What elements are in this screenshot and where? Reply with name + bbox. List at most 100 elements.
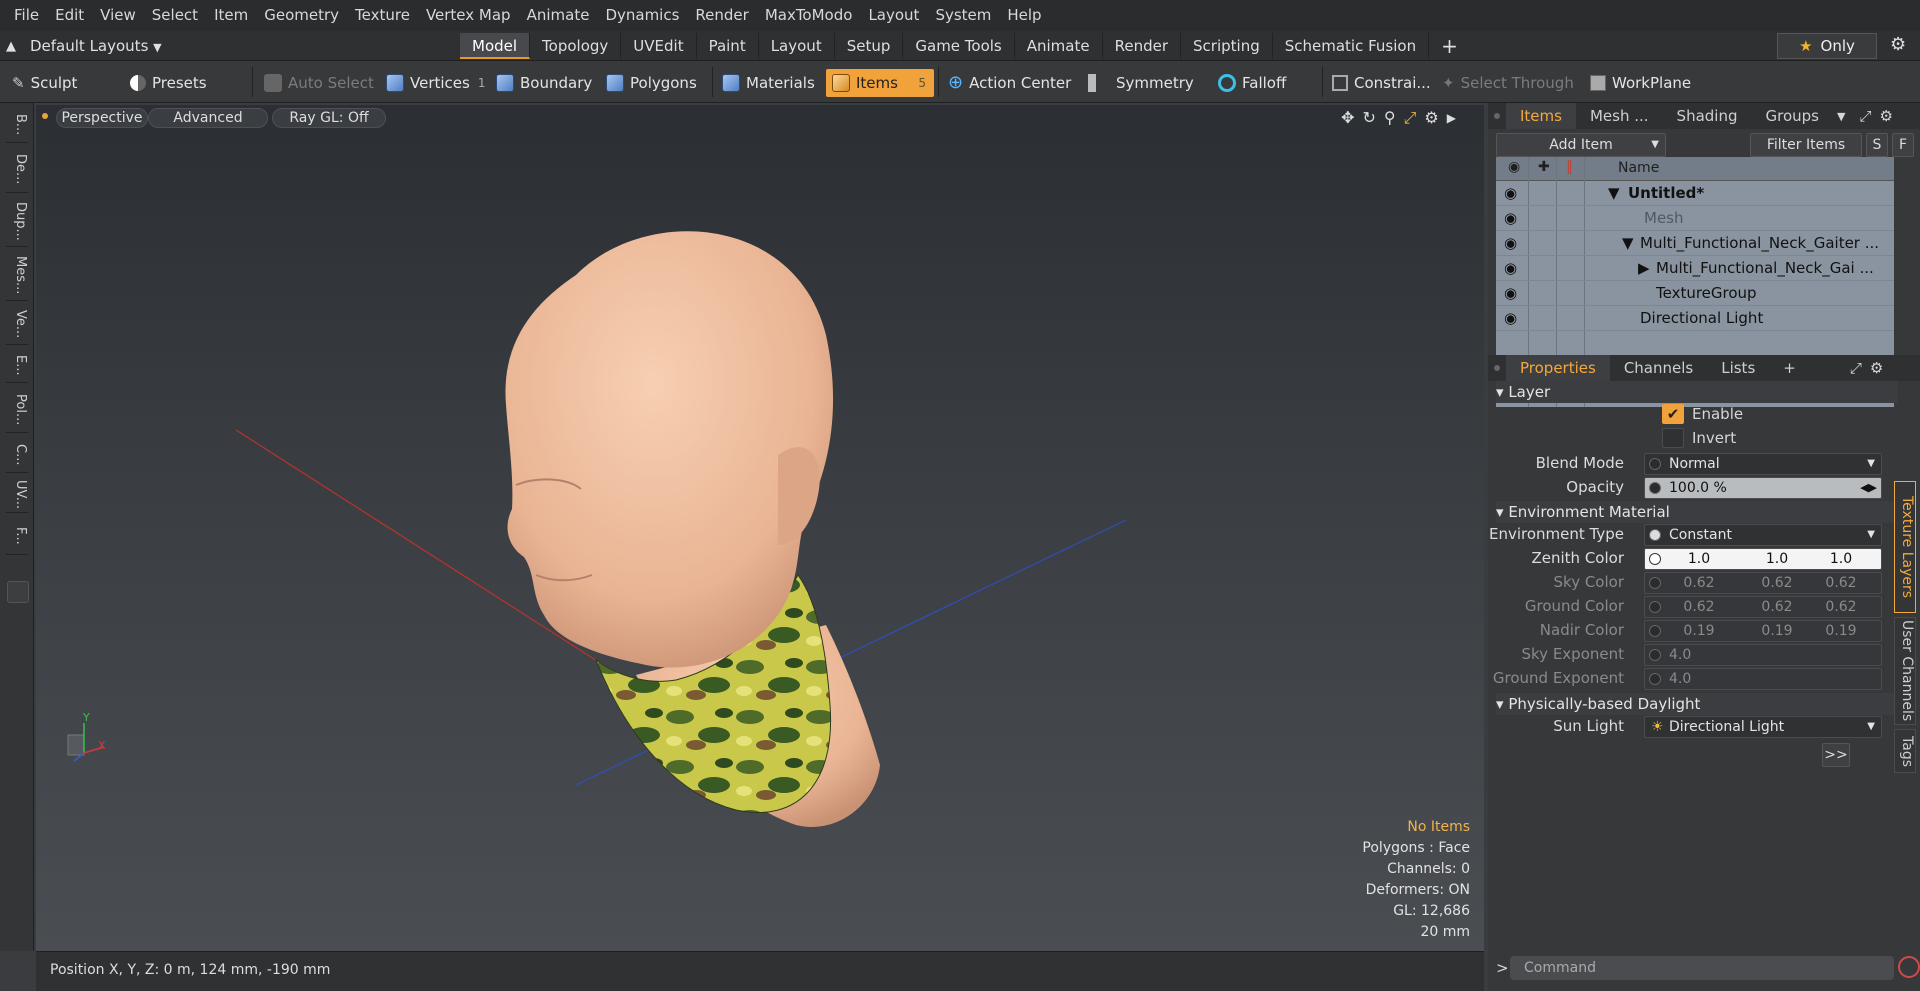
zenith-b[interactable]: 1.0 [1811,549,1871,569]
enable-checkbox[interactable]: ✔ [1662,404,1684,424]
menu-help[interactable]: Help [999,0,1049,31]
sky-r[interactable]: 0.62 [1669,573,1729,593]
sky-color-field[interactable]: 0.62 0.62 0.62 [1644,572,1882,594]
sky-exponent-field[interactable]: 4.0 [1644,644,1882,666]
left-tool-curve[interactable]: C... [6,437,28,473]
only-button[interactable]: ★ Only [1777,33,1877,59]
f-toggle[interactable]: F [1892,133,1914,157]
nadir-g[interactable]: 0.19 [1747,621,1807,641]
environment-section[interactable]: ▾ Environment Material [1496,501,1898,523]
collapsed-arrow-icon[interactable]: ▶ [1638,259,1650,277]
ground-r[interactable]: 0.62 [1669,597,1729,617]
ground-color-field[interactable]: 0.62 0.62 0.62 [1644,596,1882,618]
command-input[interactable]: Command [1510,956,1894,980]
menu-geometry[interactable]: Geometry [256,0,347,31]
invert-checkbox[interactable] [1662,428,1684,448]
left-tool-uv[interactable]: UV... [6,477,28,513]
menu-view[interactable]: View [92,0,144,31]
left-tool-mesh[interactable]: Mes... [6,251,28,301]
eye-icon[interactable]: ◉ [1504,259,1522,277]
presets-button[interactable]: Presets [124,69,215,97]
zenith-color-field[interactable]: 1.0 1.0 1.0 [1644,548,1882,570]
filter-items-button[interactable]: Filter Items [1750,133,1862,157]
ground-b[interactable]: 0.62 [1811,597,1871,617]
tab-lists[interactable]: Lists [1707,355,1769,381]
menu-file[interactable]: File [6,0,47,31]
layer-section[interactable]: ▾ Layer [1496,381,1898,403]
panel-gear-icon[interactable]: ⚙ [1879,107,1892,125]
opacity-field[interactable]: 100.0 % ◀▶ [1644,477,1882,499]
left-tool-edge[interactable]: E... [6,349,28,383]
tab-topology[interactable]: Topology [530,33,622,59]
tree-row-untitled[interactable]: ◉ ▼ Untitled* [1496,181,1894,206]
slider-icon[interactable]: ◀▶ [1860,478,1877,498]
menu-item[interactable]: Item [206,0,256,31]
menu-animate[interactable]: Animate [519,0,598,31]
ground-g[interactable]: 0.62 [1747,597,1807,617]
select-through-button[interactable]: ✦ Select Through [1436,69,1582,97]
tab-animate[interactable]: Animate [1015,33,1103,59]
environment-type-select[interactable]: Constant ▼ [1644,524,1882,546]
eye-icon[interactable]: ◉ [1504,284,1522,302]
items-button[interactable]: Items 5 [826,69,934,97]
nadir-color-field[interactable]: 0.19 0.19 0.19 [1644,620,1882,642]
tab-user-channels[interactable]: User Channels [1894,617,1916,725]
tab-setup[interactable]: Setup [835,33,904,59]
tab-tags[interactable]: Tags [1894,729,1916,773]
left-tool-vertex[interactable]: Ve... [6,305,28,345]
3d-viewport[interactable]: Perspective Advanced Ray GL: Off ✥ ↻ ⚲ ⤢… [36,105,1484,951]
tab-game-tools[interactable]: Game Tools [903,33,1015,59]
eye-icon[interactable]: ◉ [1504,184,1522,202]
action-center-button[interactable]: ⊕ Action Center [942,69,1079,97]
tab-render[interactable]: Render [1103,33,1182,59]
constraints-button[interactable]: Constrai... [1326,69,1439,97]
left-strip-toggle[interactable] [7,581,29,603]
eye-icon[interactable]: ◉ [1504,209,1522,227]
tab-channels[interactable]: Channels [1610,355,1707,381]
menu-select[interactable]: Select [144,0,206,31]
tree-row-gaiter-group[interactable]: ◉ ▼ Multi_Functional_Neck_Gaiter ... [1496,231,1894,256]
workplane-button[interactable]: WorkPlane [1584,69,1699,97]
left-tool-b[interactable]: B... [6,107,28,143]
tab-texture-layers[interactable]: Texture Layers [1894,481,1916,613]
auto-select-button[interactable]: Auto Select [258,69,382,97]
add-panel-tab-button[interactable]: + [1769,355,1810,381]
collapse-up-icon[interactable]: ▲ [6,39,16,54]
nadir-b[interactable]: 0.19 [1811,621,1871,641]
tree-row-texturegroup[interactable]: ◉ TextureGroup [1496,281,1894,306]
daylight-section[interactable]: ▾ Physically-based Daylight [1496,693,1898,715]
menu-dynamics[interactable]: Dynamics [597,0,687,31]
tab-shading[interactable]: Shading [1663,103,1752,129]
tab-schematic-fusion[interactable]: Schematic Fusion [1273,33,1430,59]
eye-icon[interactable]: ◉ [1504,234,1522,252]
chevron-down-icon[interactable]: ▼ [1837,110,1845,123]
tab-items[interactable]: Items [1506,103,1576,129]
tab-properties[interactable]: Properties [1506,355,1610,381]
tab-scripting[interactable]: Scripting [1181,33,1273,59]
tab-model[interactable]: Model [460,33,531,59]
ground-exponent-field[interactable]: 4.0 [1644,668,1882,690]
menu-vertex-map[interactable]: Vertex Map [418,0,519,31]
tab-uvedit[interactable]: UVEdit [621,33,697,59]
left-tool-f[interactable]: F... [6,517,28,555]
expand-icon[interactable]: ⤢ [1859,107,1871,125]
sun-light-select[interactable]: ☀ Directional Light ▼ [1644,716,1882,738]
panel-gear-icon[interactable]: ⚙ [1870,359,1883,377]
boundary-button[interactable]: Boundary [490,69,600,97]
zenith-g[interactable]: 1.0 [1747,549,1807,569]
blend-mode-select[interactable]: Normal ▼ [1644,453,1882,475]
add-item-button[interactable]: Add Item ▼ [1496,133,1666,157]
left-tool-polygon[interactable]: Pol... [6,387,28,433]
name-column-header[interactable]: Name [1618,160,1659,176]
menu-texture[interactable]: Texture [347,0,418,31]
menu-layout[interactable]: Layout [860,0,927,31]
tab-groups[interactable]: Groups [1751,103,1832,129]
tab-layout[interactable]: Layout [759,33,835,59]
menu-edit[interactable]: Edit [47,0,92,31]
tab-paint[interactable]: Paint [697,33,759,59]
tree-row-directional-light[interactable]: ◉ Directional Light [1496,306,1894,331]
left-tool-duplicate[interactable]: Dup... [6,197,28,247]
polygons-button[interactable]: Polygons [600,69,705,97]
tab-mesh[interactable]: Mesh ... [1576,103,1663,129]
expand-icon[interactable]: ⤢ [1850,359,1862,377]
